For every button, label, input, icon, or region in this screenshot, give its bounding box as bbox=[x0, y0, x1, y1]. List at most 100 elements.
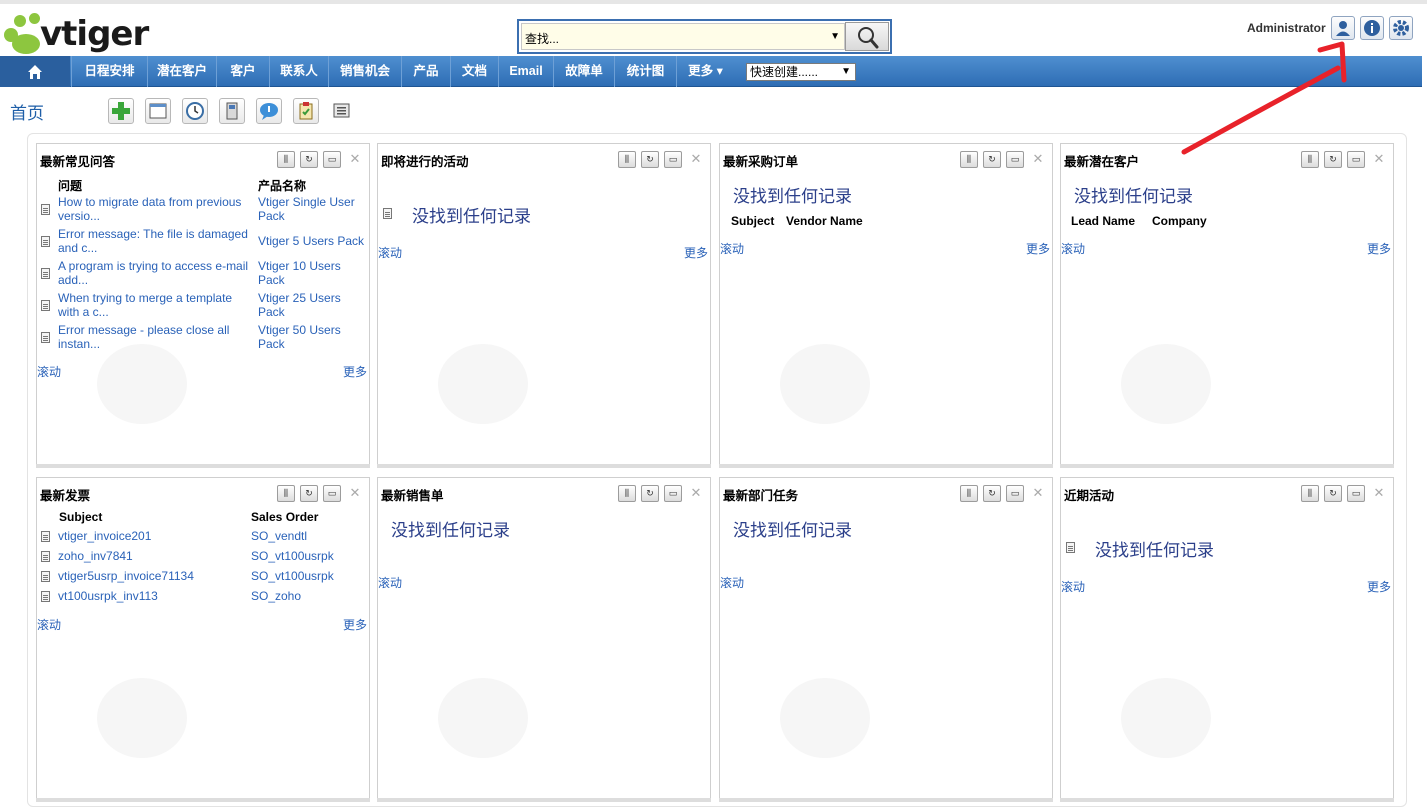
invoice-subject-link[interactable]: zoho_inv7841 bbox=[58, 549, 133, 563]
widget-title: 最新发票 bbox=[40, 489, 91, 503]
refresh-button[interactable]: ↻ bbox=[983, 485, 1001, 502]
close-icon[interactable]: ✕ bbox=[1370, 151, 1388, 168]
widget-upcoming-activities: 即将进行的活动 ⫼ ↻ ▭ ✕ 没找到任何记录 滚动 更多 bbox=[377, 143, 711, 468]
scroll-link[interactable]: 滚动 bbox=[1061, 578, 1085, 595]
minimize-button[interactable]: ▭ bbox=[664, 151, 682, 168]
close-icon[interactable]: ✕ bbox=[346, 485, 364, 502]
notebook-button[interactable] bbox=[293, 98, 319, 124]
close-icon[interactable]: ✕ bbox=[687, 485, 705, 502]
nav-tickets[interactable]: 故障单 bbox=[553, 56, 614, 87]
faq-product-link[interactable]: Vtiger 25 Users Pack bbox=[258, 291, 341, 319]
faq-question-link[interactable]: Error message: The file is damaged and c.… bbox=[58, 227, 248, 255]
refresh-button[interactable]: ↻ bbox=[1324, 485, 1342, 502]
quick-create-select[interactable]: 快速创建...... ▼ bbox=[746, 63, 856, 81]
scroll-link[interactable]: 滚动 bbox=[1061, 240, 1085, 257]
clipboard-icon bbox=[299, 102, 313, 120]
search-icon bbox=[858, 27, 879, 49]
more-link[interactable]: 更多 bbox=[343, 616, 367, 633]
nav-reports[interactable]: 统计图 bbox=[614, 56, 676, 87]
rss-button[interactable] bbox=[330, 98, 356, 124]
nav-leads[interactable]: 潜在客户 bbox=[147, 56, 216, 87]
search-placeholder: 查找... bbox=[525, 32, 560, 46]
faq-question-link[interactable]: A program is trying to access e-mail add.… bbox=[58, 259, 248, 287]
calculator-button[interactable] bbox=[219, 98, 245, 124]
widget-settings-button[interactable]: ⫼ bbox=[960, 151, 978, 168]
widget-settings-button[interactable]: ⫼ bbox=[618, 485, 636, 502]
settings-button[interactable] bbox=[1389, 16, 1413, 40]
refresh-button[interactable]: ↻ bbox=[641, 485, 659, 502]
widget-settings-button[interactable]: ⫼ bbox=[960, 485, 978, 502]
more-link[interactable]: 更多 bbox=[1367, 578, 1391, 595]
faq-product-link[interactable]: Vtiger 10 Users Pack bbox=[258, 259, 341, 287]
nav-contacts[interactable]: 联系人 bbox=[269, 56, 328, 87]
close-icon[interactable]: ✕ bbox=[1370, 485, 1388, 502]
refresh-button[interactable]: ↻ bbox=[983, 151, 1001, 168]
sales-order-link[interactable]: SO_vt100usrpk bbox=[251, 569, 334, 583]
refresh-button[interactable]: ↻ bbox=[641, 151, 659, 168]
faq-question-link[interactable]: How to migrate data from previous versio.… bbox=[58, 195, 241, 223]
minimize-button[interactable]: ▭ bbox=[1347, 485, 1365, 502]
my-preferences-button[interactable] bbox=[1331, 16, 1355, 40]
events-button[interactable] bbox=[182, 98, 208, 124]
nav-more[interactable]: 更多 ▾ bbox=[676, 56, 734, 87]
home-icon bbox=[28, 65, 42, 79]
faq-question-link[interactable]: Error message - please close all instan..… bbox=[58, 323, 229, 351]
invoice-subject-link[interactable]: vtiger5usrp_invoice71134 bbox=[58, 569, 194, 583]
scroll-link[interactable]: 滚动 bbox=[37, 616, 61, 633]
layout-button[interactable] bbox=[145, 98, 171, 124]
widget-settings-button[interactable]: ⫼ bbox=[277, 151, 295, 168]
paw-toe bbox=[14, 15, 26, 27]
close-icon[interactable]: ✕ bbox=[1029, 485, 1047, 502]
minimize-button[interactable]: ▭ bbox=[664, 485, 682, 502]
faq-product-link[interactable]: Vtiger 5 Users Pack bbox=[258, 234, 364, 248]
sales-order-link[interactable]: SO_vendtl bbox=[251, 529, 307, 543]
widget-settings-button[interactable]: ⫼ bbox=[277, 485, 295, 502]
faq-question-link[interactable]: When trying to merge a template with a c.… bbox=[58, 291, 232, 319]
document-icon bbox=[41, 571, 50, 582]
scroll-link[interactable]: 滚动 bbox=[720, 574, 744, 591]
widget-toolbar: ⫼ ↻ ▭ ✕ bbox=[272, 151, 364, 169]
more-link[interactable]: 更多 bbox=[1367, 240, 1391, 257]
nav-calendar[interactable]: 日程安排 bbox=[71, 56, 147, 87]
minimize-button[interactable]: ▭ bbox=[323, 485, 341, 502]
refresh-button[interactable]: ↻ bbox=[300, 151, 318, 168]
column-header: Company bbox=[1152, 214, 1207, 228]
close-icon[interactable]: ✕ bbox=[1029, 151, 1047, 168]
sales-order-link[interactable]: SO_vt100usrpk bbox=[251, 549, 334, 563]
widget-latest-group-tasks: 最新部门任务 ⫼ ↻ ▭ ✕ 没找到任何记录 滚动 bbox=[719, 477, 1053, 802]
widget-settings-button[interactable]: ⫼ bbox=[1301, 485, 1319, 502]
search-input[interactable]: 查找... ▼ bbox=[521, 23, 845, 50]
minimize-button[interactable]: ▭ bbox=[1006, 151, 1024, 168]
refresh-button[interactable]: ↻ bbox=[300, 485, 318, 502]
vtiger-logo[interactable]: vtiger bbox=[2, 8, 182, 58]
minimize-button[interactable]: ▭ bbox=[323, 151, 341, 168]
nav-email[interactable]: Email bbox=[498, 56, 553, 87]
minimize-button[interactable]: ▭ bbox=[1006, 485, 1024, 502]
close-icon[interactable]: ✕ bbox=[687, 151, 705, 168]
scroll-link[interactable]: 滚动 bbox=[720, 240, 744, 257]
scroll-link[interactable]: 滚动 bbox=[378, 574, 402, 591]
nav-home[interactable] bbox=[0, 56, 70, 87]
invoice-subject-link[interactable]: vtiger_invoice201 bbox=[58, 529, 151, 543]
scroll-link[interactable]: 滚动 bbox=[37, 363, 61, 380]
add-widget-button[interactable] bbox=[108, 98, 134, 124]
chat-button[interactable] bbox=[256, 98, 282, 124]
more-link[interactable]: 更多 bbox=[1026, 240, 1050, 257]
more-link[interactable]: 更多 bbox=[684, 244, 708, 261]
info-button[interactable] bbox=[1360, 16, 1384, 40]
invoice-subject-link[interactable]: vt100usrpk_inv113 bbox=[58, 589, 158, 603]
nav-documents[interactable]: 文档 bbox=[450, 56, 498, 87]
faq-product-link[interactable]: Vtiger 50 Users Pack bbox=[258, 323, 341, 351]
faq-product-link[interactable]: Vtiger Single User Pack bbox=[258, 195, 355, 223]
search-button[interactable] bbox=[845, 22, 889, 51]
more-link[interactable]: 更多 bbox=[343, 363, 367, 380]
scroll-link[interactable]: 滚动 bbox=[378, 244, 402, 261]
watermark bbox=[97, 678, 187, 758]
widget-settings-button[interactable]: ⫼ bbox=[618, 151, 636, 168]
nav-accounts[interactable]: 客户 bbox=[216, 56, 269, 87]
close-icon[interactable]: ✕ bbox=[346, 151, 364, 168]
nav-products[interactable]: 产品 bbox=[401, 56, 450, 87]
sales-order-link[interactable]: SO_zoho bbox=[251, 589, 301, 603]
chevron-down-icon[interactable]: ▼ bbox=[830, 31, 840, 42]
nav-potentials[interactable]: 销售机会 bbox=[328, 56, 401, 87]
